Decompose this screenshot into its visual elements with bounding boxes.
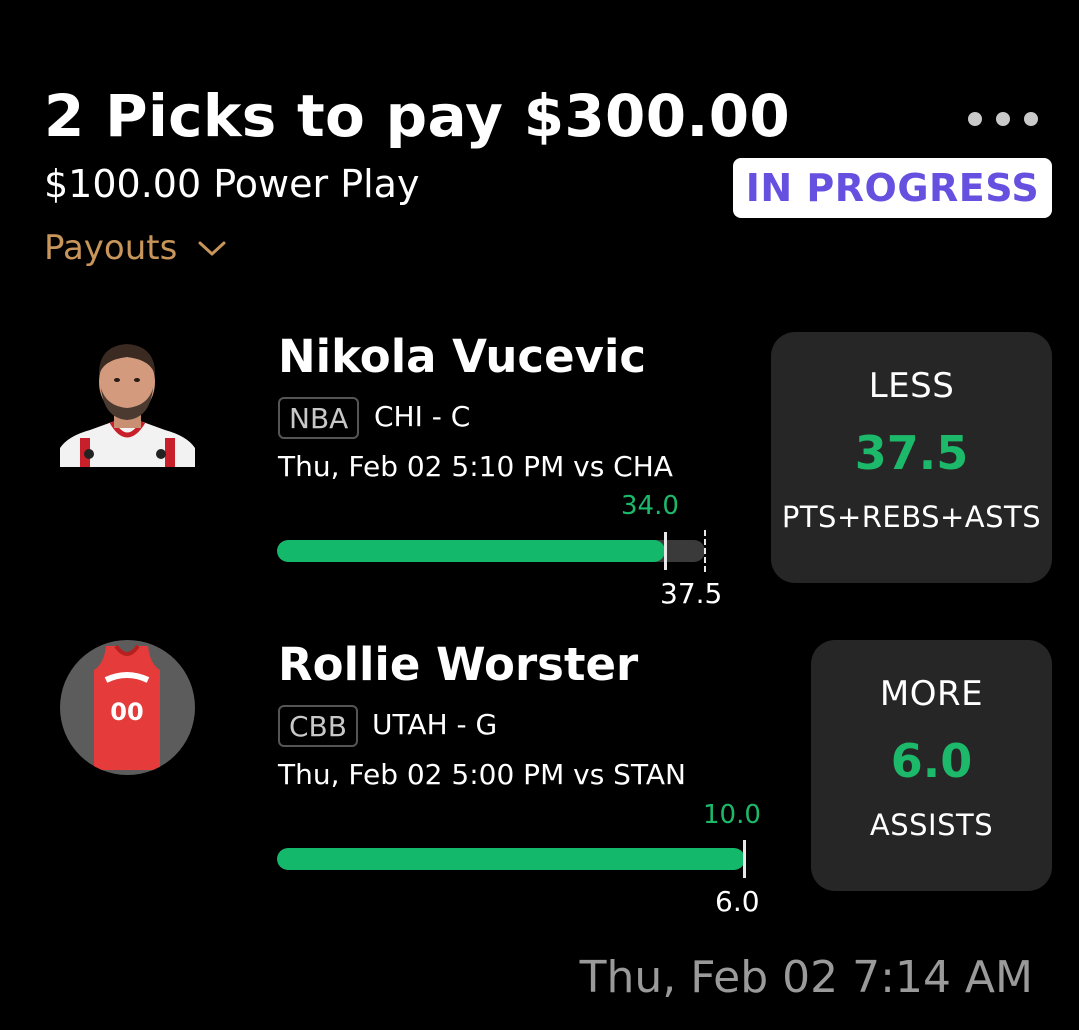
entry-subtitle: $100.00 Power Play [44,162,420,206]
jersey-number: 00 [110,698,143,726]
progress-bar-fill [277,540,666,562]
progress-bar [277,540,705,562]
progress-bar-fill [277,848,745,870]
entry-title: 2 Picks to pay $300.00 [44,82,791,150]
line-marker [743,840,746,878]
line-marker [704,530,706,572]
team-position: CHI - C [374,400,471,433]
game-info: Thu, Feb 02 5:00 PM vs STAN [278,758,686,791]
progress-bar [277,848,745,870]
status-badge: IN PROGRESS [733,158,1052,218]
player-headshot [60,330,195,467]
player-name: Nikola Vucevic [278,330,647,383]
more-options-icon[interactable] [968,112,1038,126]
league-badge: NBA [278,397,360,439]
team-position: UTAH - G [372,708,498,741]
current-stat-value: 10.0 [703,800,761,830]
jersey-icon: 00 [94,644,160,770]
current-marker [664,532,667,570]
current-stat-value: 34.0 [621,491,679,521]
game-info: Thu, Feb 02 5:10 PM vs CHA [278,450,673,483]
pick-direction: MORE [879,674,984,714]
pick-card-more[interactable]: MORE 6.0 ASSISTS [811,640,1052,891]
player-avatar: 00 [60,640,195,775]
pick-stat-type: ASSISTS [869,808,994,842]
league-badge: CBB [278,705,358,747]
chevron-down-icon [198,241,226,256]
payouts-label: Payouts [44,228,178,268]
payouts-toggle[interactable]: Payouts [44,228,227,268]
pick-line: 6.0 [890,734,973,788]
pick-stat-type: PTS+REBS+ASTS [781,500,1042,534]
pick-line: 37.5 [854,426,969,480]
line-value: 6.0 [715,885,760,918]
line-value: 37.5 [660,577,723,610]
pick-card-less[interactable]: LESS 37.5 PTS+REBS+ASTS [771,332,1052,583]
pick-direction: LESS [868,366,955,406]
timestamp: Thu, Feb 02 7:14 AM [579,952,1033,1003]
player-name: Rollie Worster [278,638,639,691]
